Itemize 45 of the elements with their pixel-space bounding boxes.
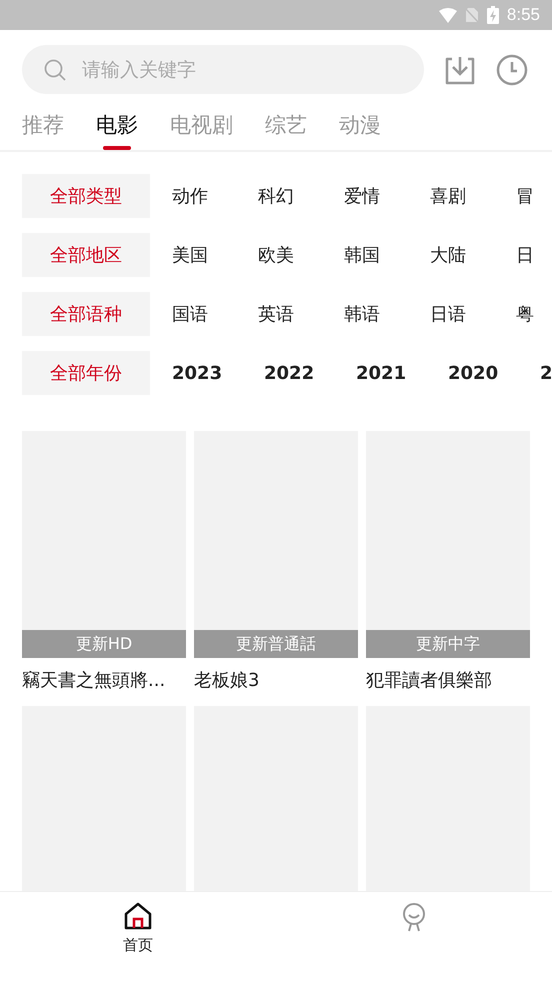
filter-option[interactable]: 欧美 (258, 233, 344, 277)
clock-icon (496, 54, 528, 86)
filter-option[interactable]: 冒 (516, 174, 552, 218)
download-button[interactable] (444, 54, 476, 84)
movie-title[interactable]: 犯罪讀者俱樂部 (366, 668, 530, 692)
filter-option[interactable]: 科幻 (258, 174, 344, 218)
filter-option[interactable]: 全部地区 (22, 233, 150, 277)
download-icon (444, 54, 476, 84)
filter-option[interactable]: 国语 (172, 292, 258, 336)
search-input[interactable]: 请输入关键字 (80, 58, 384, 82)
person-icon (401, 902, 427, 932)
category-tab[interactable]: 电影 (96, 108, 138, 150)
filter-option[interactable]: 美国 (172, 233, 258, 277)
wifi-icon (438, 8, 457, 22)
update-label: 更新HD (22, 630, 186, 658)
filter-option[interactable]: 爱情 (344, 174, 430, 218)
filter-option[interactable]: 2020 (448, 351, 540, 395)
filter-option[interactable]: 喜剧 (430, 174, 516, 218)
status-time: 8:55 (506, 5, 540, 25)
filter-option[interactable]: 英语 (258, 292, 344, 336)
filter-option[interactable]: 2021 (356, 351, 448, 395)
update-label: 更新普通話 (194, 630, 358, 658)
filter-option[interactable]: 动作 (172, 174, 258, 218)
movie-title[interactable]: 老板娘3 (194, 668, 358, 692)
filter-option[interactable]: 全部类型 (22, 174, 150, 218)
filter-option[interactable]: 韩国 (344, 233, 430, 277)
battery-icon (486, 6, 499, 24)
filter-option[interactable]: 全部年份 (22, 351, 150, 395)
filter-option[interactable]: 韩语 (344, 292, 430, 336)
filter-option[interactable]: 大陆 (430, 233, 516, 277)
no-sim-icon (464, 7, 479, 23)
nav-item[interactable]: 首页 (0, 892, 276, 981)
update-label: 更新中字 (366, 630, 530, 658)
search-field[interactable]: 请输入关键字 (22, 45, 424, 94)
filter-option[interactable]: 日 (516, 233, 552, 277)
filter-option[interactable]: 2022 (264, 351, 356, 395)
filter-option[interactable]: 粤 (516, 292, 552, 336)
filter-option[interactable]: 2023 (172, 351, 264, 395)
filter-option[interactable]: 2 (540, 351, 552, 395)
search-icon (44, 58, 66, 80)
movie-title[interactable]: 竊天書之無頭將... (22, 668, 186, 692)
home-icon (123, 902, 153, 930)
filter-option[interactable]: 日语 (430, 292, 516, 336)
filter-option[interactable]: 全部语种 (22, 292, 150, 336)
history-button[interactable] (496, 54, 528, 86)
